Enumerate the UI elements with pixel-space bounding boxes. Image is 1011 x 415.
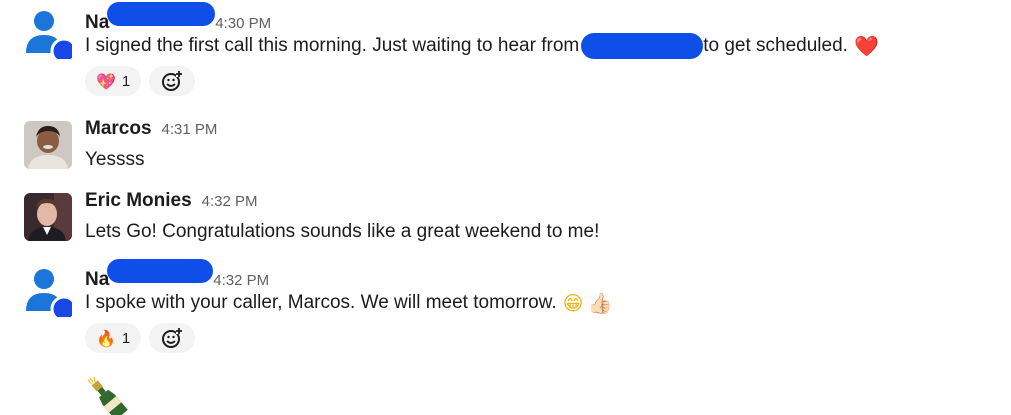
sender-name[interactable]: Na	[85, 12, 109, 34]
person-avatar-icon[interactable]	[24, 265, 78, 323]
reaction-pill[interactable]: 💖 1	[85, 66, 142, 96]
champagne-bottle-emoji	[86, 376, 128, 415]
sender-name[interactable]: Na	[85, 269, 109, 291]
reaction-pill[interactable]: 🔥 1	[85, 323, 142, 353]
add-reaction-button[interactable]	[149, 323, 196, 353]
thumbs-up-emoji: 👍🏻	[587, 291, 613, 315]
message-text: I spoke with your caller, Marcos. We wil…	[85, 292, 557, 313]
add-reaction-button[interactable]	[149, 66, 196, 96]
sparkling-heart-emoji: 💖	[96, 71, 116, 91]
sender-name[interactable]: Eric Monies	[85, 190, 192, 212]
avatar[interactable]	[24, 121, 72, 169]
sender-name[interactable]: Marcos	[85, 118, 152, 140]
timestamp[interactable]: 4:31 PM	[162, 121, 218, 138]
add-reaction-icon	[162, 71, 183, 91]
reaction-count: 1	[121, 329, 131, 347]
avatar[interactable]	[24, 193, 72, 241]
person-avatar-icon[interactable]	[24, 7, 78, 65]
timestamp[interactable]: 4:32 PM	[213, 272, 269, 289]
redaction-block	[107, 259, 214, 283]
message-text: Lets Go! Congratulations sounds like a g…	[85, 221, 600, 242]
timestamp[interactable]: 4:30 PM	[215, 15, 271, 32]
reaction-count: 1	[121, 72, 131, 90]
message-text: I signed the first call this morning. Ju…	[85, 35, 580, 56]
timestamp[interactable]: 4:32 PM	[202, 193, 258, 210]
fire-emoji: 🔥	[96, 328, 116, 348]
add-reaction-icon	[162, 328, 183, 348]
message-text: Yessss	[85, 149, 145, 170]
redaction-block	[581, 33, 704, 59]
heart-emoji: ❤️	[853, 34, 879, 58]
redaction-block	[107, 2, 216, 26]
grinning-emoji: 😁	[562, 291, 584, 315]
message-text: to get scheduled.	[703, 35, 848, 56]
